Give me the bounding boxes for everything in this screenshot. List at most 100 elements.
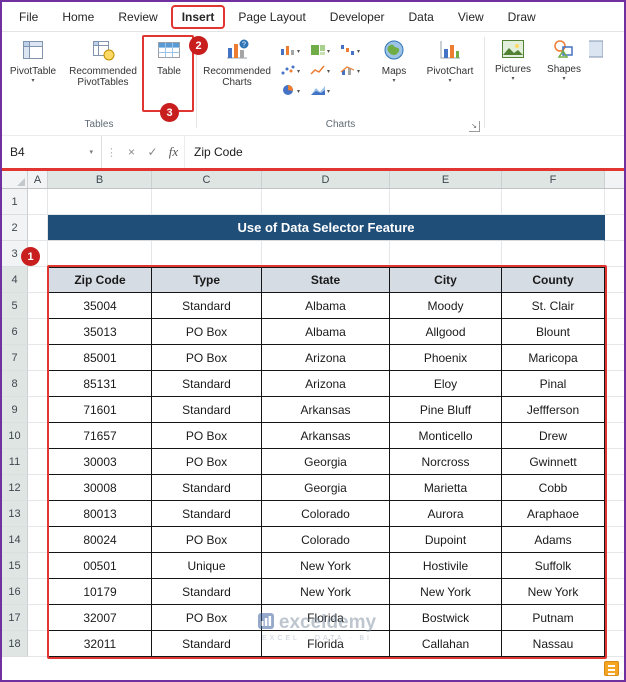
- cell[interactable]: Florida: [262, 605, 390, 631]
- column-header-b[interactable]: B: [48, 171, 152, 188]
- cell[interactable]: 10179: [48, 579, 152, 605]
- cell[interactable]: [605, 293, 624, 319]
- cell[interactable]: Suffolk: [502, 553, 605, 579]
- cell[interactable]: Dupoint: [390, 527, 502, 553]
- cell[interactable]: [262, 241, 390, 267]
- cell[interactable]: 71657: [48, 423, 152, 449]
- insert-waterfall-chart-button[interactable]: ▾: [339, 43, 366, 60]
- cell[interactable]: 30008: [48, 475, 152, 501]
- cell[interactable]: Unique: [152, 553, 262, 579]
- column-header-c[interactable]: C: [152, 171, 262, 188]
- cell[interactable]: [605, 371, 624, 397]
- cell[interactable]: 85001: [48, 345, 152, 371]
- cell[interactable]: Phoenix: [390, 345, 502, 371]
- cell[interactable]: Marietta: [390, 475, 502, 501]
- cell[interactable]: [28, 345, 48, 371]
- tab-data[interactable]: Data: [398, 5, 445, 29]
- row-header[interactable]: 4: [2, 267, 28, 293]
- cell[interactable]: Arkansas: [262, 397, 390, 423]
- cell[interactable]: [605, 397, 624, 423]
- cell[interactable]: PO Box: [152, 345, 262, 371]
- cell[interactable]: [605, 631, 624, 657]
- cell[interactable]: Florida: [262, 631, 390, 657]
- row-header[interactable]: 15: [2, 553, 28, 579]
- tab-file[interactable]: File: [8, 5, 49, 29]
- cell[interactable]: [28, 293, 48, 319]
- tab-page-layout[interactable]: Page Layout: [227, 5, 316, 29]
- cell[interactable]: [28, 449, 48, 475]
- cell[interactable]: 32007: [48, 605, 152, 631]
- cell[interactable]: Georgia: [262, 449, 390, 475]
- cell[interactable]: Arizona: [262, 371, 390, 397]
- tab-developer[interactable]: Developer: [319, 5, 396, 29]
- pivotchart-button[interactable]: PivotChart ▾: [418, 35, 482, 85]
- cancel-icon[interactable]: ×: [121, 136, 142, 168]
- cell[interactable]: PO Box: [152, 527, 262, 553]
- column-header-d[interactable]: D: [262, 171, 390, 188]
- cell[interactable]: Standard: [152, 501, 262, 527]
- cell[interactable]: Standard: [152, 293, 262, 319]
- cell[interactable]: [28, 215, 48, 241]
- maps-button[interactable]: Maps ▾: [370, 35, 418, 85]
- cell[interactable]: [262, 189, 390, 215]
- cell[interactable]: Moody: [390, 293, 502, 319]
- cell[interactable]: [605, 501, 624, 527]
- cell[interactable]: 35013: [48, 319, 152, 345]
- recommended-charts-button[interactable]: ? Recommended Charts: [199, 35, 275, 90]
- row-header[interactable]: 18: [2, 631, 28, 657]
- cell[interactable]: Pine Bluff: [390, 397, 502, 423]
- tab-draw[interactable]: Draw: [497, 5, 547, 29]
- cell[interactable]: 80024: [48, 527, 152, 553]
- table-button[interactable]: Table: [144, 35, 194, 78]
- cell[interactable]: County: [502, 267, 605, 293]
- cell[interactable]: Araphaoe: [502, 501, 605, 527]
- name-box[interactable]: B4 ▾: [2, 136, 102, 168]
- cell[interactable]: [605, 423, 624, 449]
- row-header[interactable]: 6: [2, 319, 28, 345]
- row-header[interactable]: 16: [2, 579, 28, 605]
- name-box-dropdown-icon[interactable]: ▾: [89, 148, 93, 156]
- tab-review[interactable]: Review: [107, 5, 168, 29]
- insert-pie-chart-button[interactable]: ▾: [279, 83, 306, 100]
- cell[interactable]: [28, 631, 48, 657]
- cell[interactable]: Hostivile: [390, 553, 502, 579]
- cell[interactable]: [28, 423, 48, 449]
- cell[interactable]: Eloy: [390, 371, 502, 397]
- cell[interactable]: Arkansas: [262, 423, 390, 449]
- cell[interactable]: PO Box: [152, 449, 262, 475]
- shapes-button[interactable]: Shapes ▾: [539, 35, 589, 83]
- row-header[interactable]: 8: [2, 371, 28, 397]
- cell[interactable]: [605, 267, 624, 293]
- cell[interactable]: [48, 189, 152, 215]
- tab-home[interactable]: Home: [51, 5, 105, 29]
- cell[interactable]: Standard: [152, 371, 262, 397]
- cell[interactable]: Pinal: [502, 371, 605, 397]
- cell[interactable]: 85131: [48, 371, 152, 397]
- cell[interactable]: 00501: [48, 553, 152, 579]
- row-header[interactable]: 7: [2, 345, 28, 371]
- cell[interactable]: Adams: [502, 527, 605, 553]
- cell[interactable]: [28, 553, 48, 579]
- row-header[interactable]: 14: [2, 527, 28, 553]
- insert-combo-chart-button[interactable]: ▾: [339, 63, 366, 80]
- cell[interactable]: Nassau: [502, 631, 605, 657]
- cell[interactable]: Gwinnett: [502, 449, 605, 475]
- cell[interactable]: [48, 241, 152, 267]
- pivottable-button[interactable]: PivotTable ▾: [4, 35, 62, 85]
- cell[interactable]: 80013: [48, 501, 152, 527]
- cell[interactable]: Standard: [152, 397, 262, 423]
- cell[interactable]: PO Box: [152, 423, 262, 449]
- insert-hierarchy-chart-button[interactable]: ▾: [309, 43, 336, 60]
- cell[interactable]: PO Box: [152, 605, 262, 631]
- cell[interactable]: [605, 215, 624, 241]
- cell[interactable]: [28, 501, 48, 527]
- recommended-pivottables-button[interactable]: Recommended PivotTables: [62, 35, 144, 90]
- cell[interactable]: [605, 449, 624, 475]
- insert-scatter-chart-button[interactable]: ▾: [279, 63, 306, 80]
- cell[interactable]: [28, 475, 48, 501]
- cell[interactable]: [502, 189, 605, 215]
- cell[interactable]: State: [262, 267, 390, 293]
- cell[interactable]: Bostwick: [390, 605, 502, 631]
- cell[interactable]: Colorado: [262, 501, 390, 527]
- cell[interactable]: [605, 475, 624, 501]
